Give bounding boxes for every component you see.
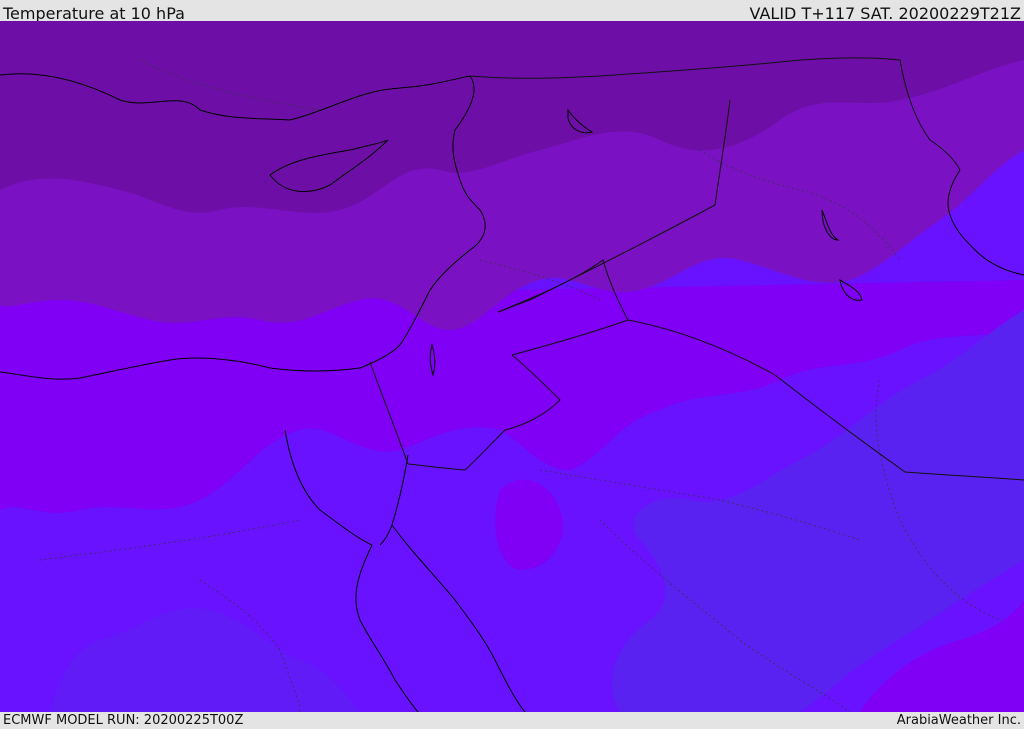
weather-map <box>0 21 1024 712</box>
map-header: Temperature at 10 hPa VALID T+117 SAT. 2… <box>0 0 1024 23</box>
map-footer: ECMWF MODEL RUN: 20200225T00Z ArabiaWeat… <box>0 712 1024 729</box>
credit-label: ArabiaWeather Inc. <box>896 713 1021 728</box>
temperature-field-map <box>0 21 1024 712</box>
model-run-label: ECMWF MODEL RUN: 20200225T00Z <box>3 713 244 728</box>
